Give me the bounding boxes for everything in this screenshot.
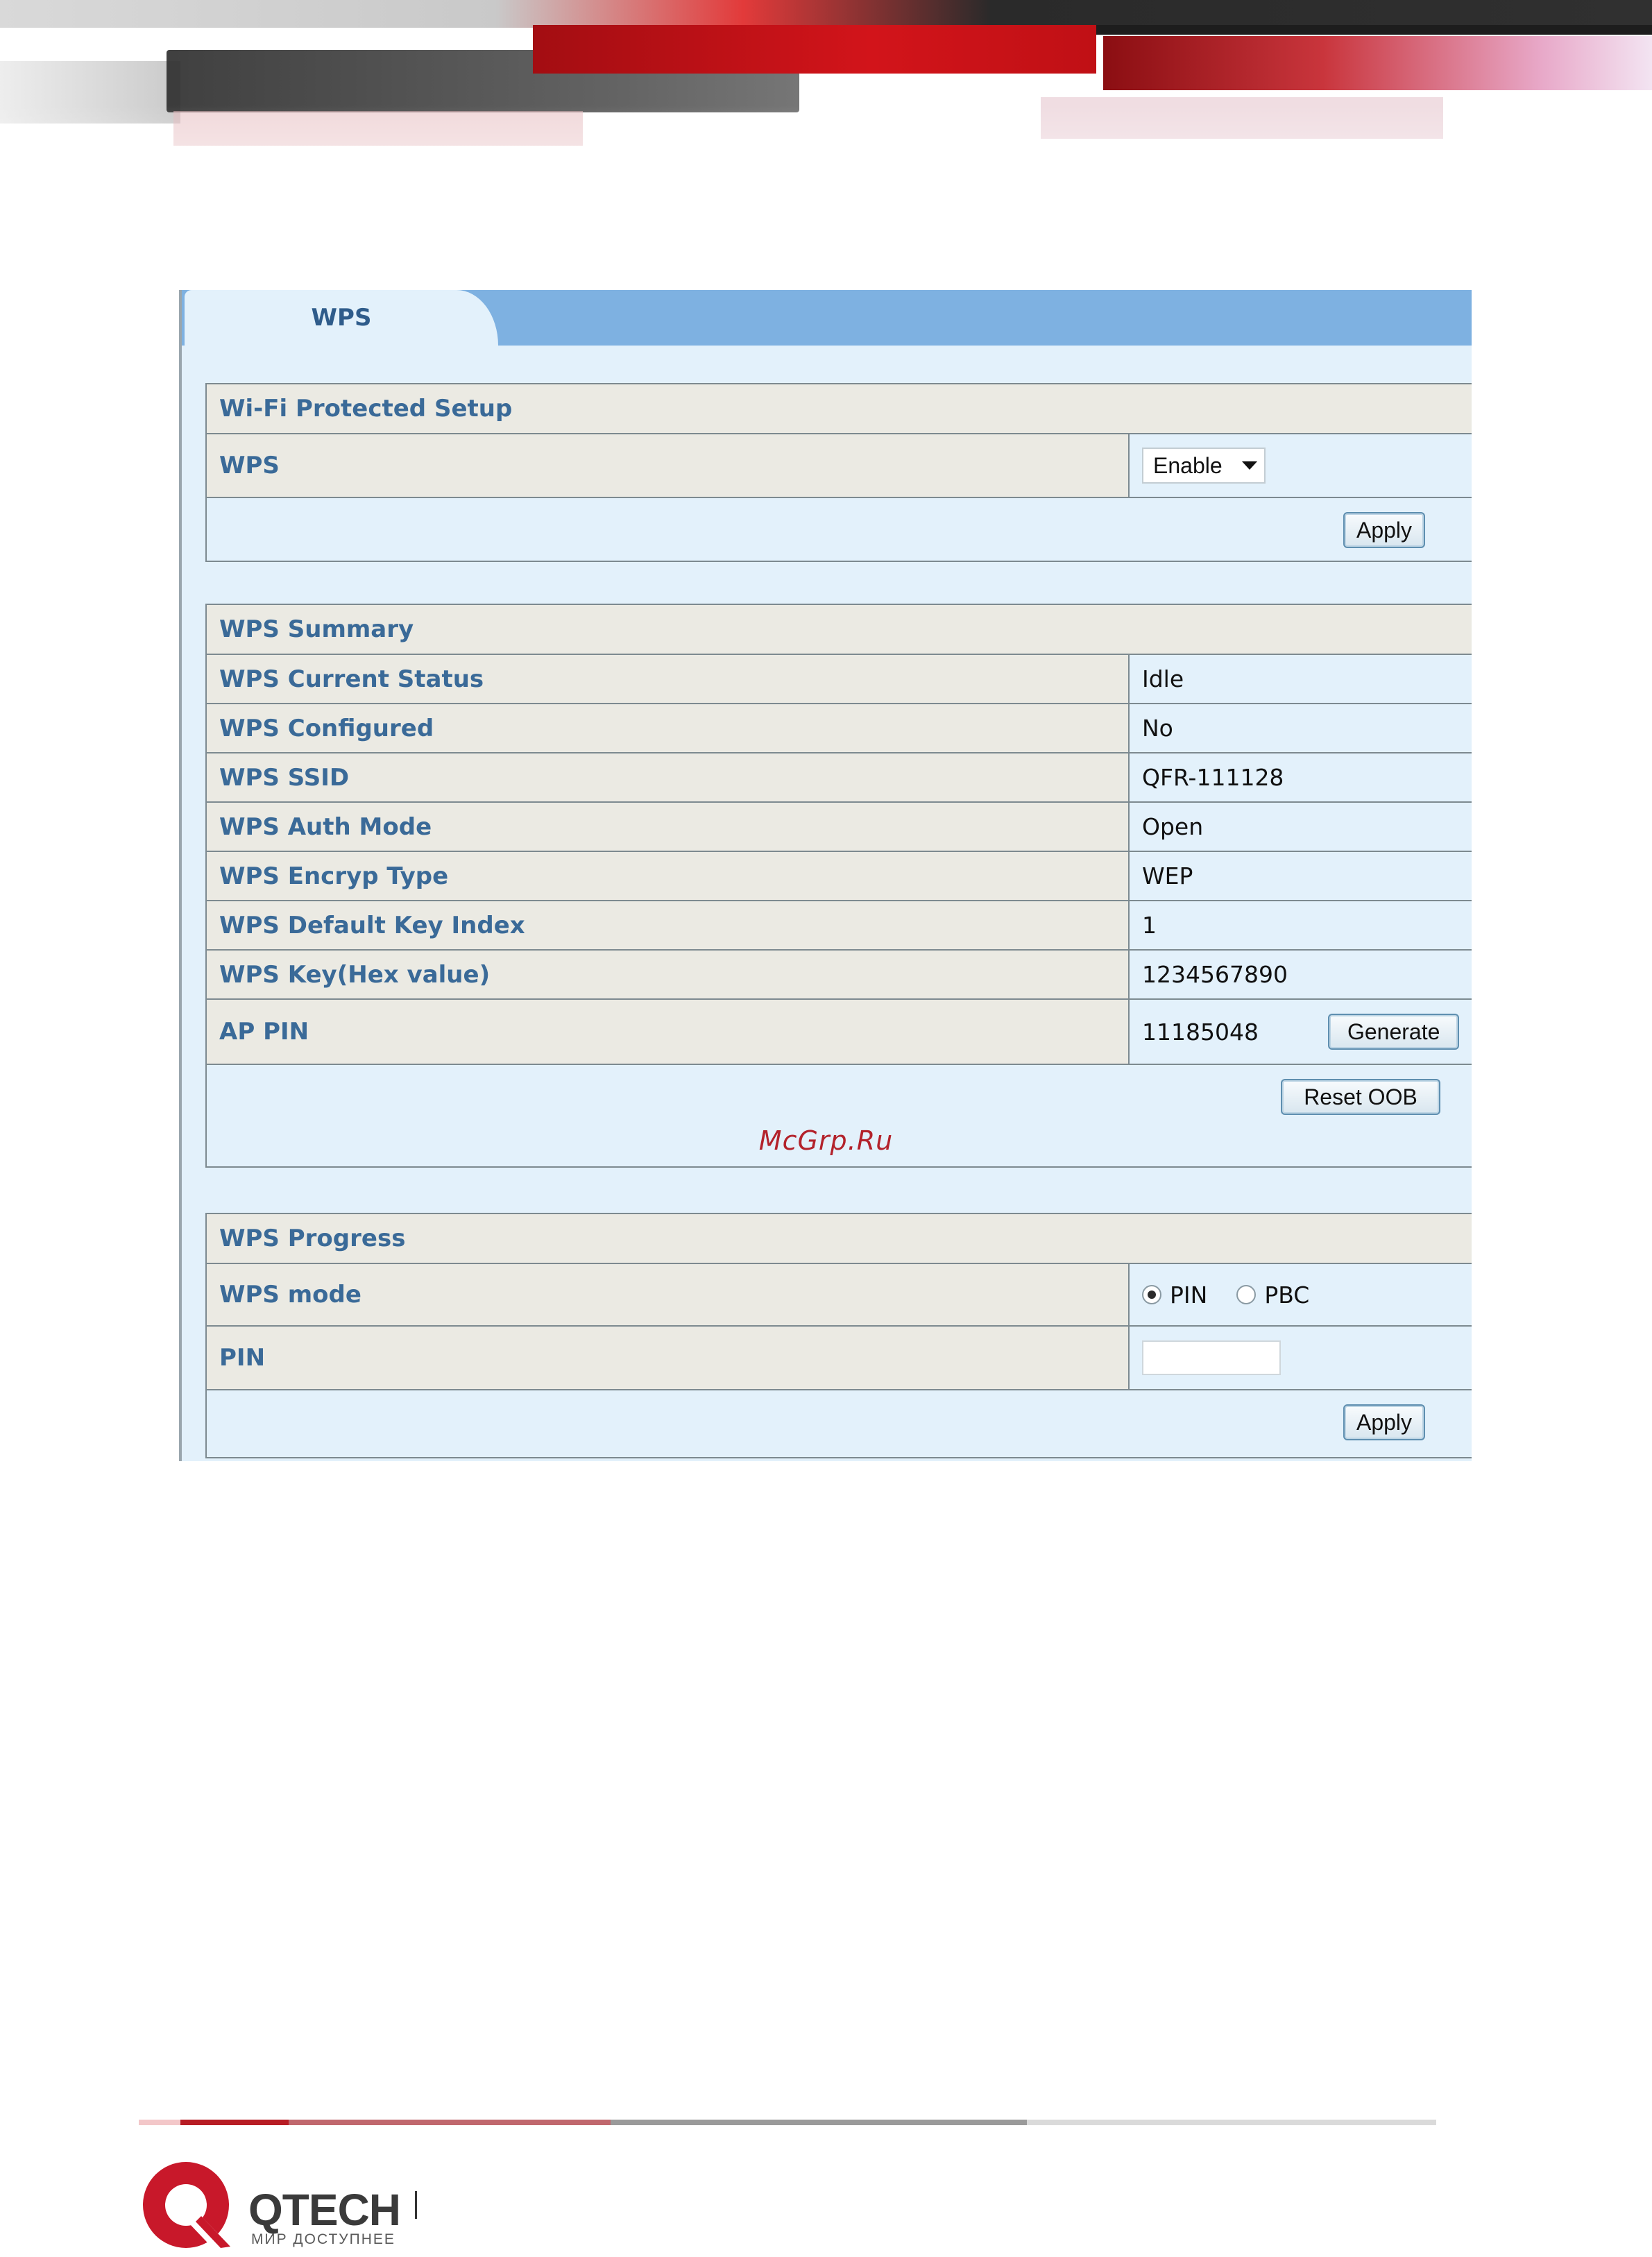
radio-selected-icon: [1142, 1285, 1161, 1304]
router-wps-page: WPS Wi-Fi Protected Setup WPS Enable App…: [179, 290, 1472, 1461]
tab-wps[interactable]: WPS: [185, 290, 498, 346]
ap-pin-value: 11185048: [1142, 1018, 1259, 1046]
ap-pin-label: AP PIN: [207, 1000, 1130, 1064]
chevron-down-icon: [1242, 461, 1257, 470]
summary-row-label: WPS Default Key Index: [207, 901, 1130, 949]
brand-name: QTECH: [248, 2185, 401, 2235]
summary-row-label: WPS SSID: [207, 753, 1130, 801]
radio-label: PIN: [1170, 1281, 1208, 1309]
pin-label: PIN: [207, 1327, 1130, 1389]
summary-row-label: WPS Configured: [207, 704, 1130, 752]
wps-setup-section: Wi-Fi Protected Setup WPS Enable Apply: [205, 383, 1472, 562]
tab-bar: WPS: [182, 290, 1472, 346]
qtech-logo-icon: [143, 2162, 236, 2254]
section-title: WPS Summary: [207, 605, 1472, 654]
brand-tagline: МИР ДОСТУПНЕЕ: [251, 2231, 395, 2247]
wps-mode-label: WPS mode: [207, 1264, 1130, 1325]
section-title: Wi-Fi Protected Setup: [207, 384, 1472, 433]
radio-unselected-icon: [1236, 1285, 1257, 1304]
summary-row-value: 1: [1130, 901, 1472, 949]
summary-row-value: Idle: [1130, 655, 1472, 703]
mode-radio-pin[interactable]: PIN: [1142, 1281, 1207, 1309]
wps-summary-section: WPS Summary WPS Current Status Idle WPS …: [205, 604, 1472, 1168]
summary-row-value: No: [1130, 704, 1472, 752]
summary-row-label: WPS Auth Mode: [207, 803, 1130, 851]
wps-select-value: Enable: [1153, 452, 1223, 478]
section-title: WPS Progress: [207, 1214, 1472, 1263]
summary-row-label: WPS Encryp Type: [207, 852, 1130, 900]
progress-apply-button[interactable]: Apply: [1343, 1404, 1425, 1440]
summary-row-label: WPS Current Status: [207, 655, 1130, 703]
wps-progress-section: WPS Progress WPS mode PIN PBC PIN Apply: [205, 1213, 1472, 1458]
mode-radio-pbc[interactable]: PBC: [1236, 1281, 1309, 1309]
summary-row-value: 1234567890: [1130, 951, 1472, 998]
header-banner: [0, 0, 1652, 264]
pin-input[interactable]: [1142, 1340, 1281, 1375]
summary-row-value: Open: [1130, 803, 1472, 851]
generate-button[interactable]: Generate: [1327, 1014, 1460, 1050]
reset-oob-button[interactable]: Reset OOB: [1281, 1079, 1440, 1115]
watermark-text: McGrp.Ru: [758, 1125, 894, 1156]
summary-row-value: WEP: [1130, 852, 1472, 900]
footer-separator: [415, 2191, 417, 2219]
wps-enable-select[interactable]: Enable: [1142, 448, 1266, 484]
setup-apply-button[interactable]: Apply: [1343, 512, 1425, 548]
summary-row-value: QFR-111128: [1130, 753, 1472, 801]
footer-divider: [139, 2120, 180, 2125]
wps-label: WPS: [207, 434, 1130, 497]
summary-row-label: WPS Key(Hex value): [207, 951, 1130, 998]
radio-label: PBC: [1264, 1281, 1310, 1309]
